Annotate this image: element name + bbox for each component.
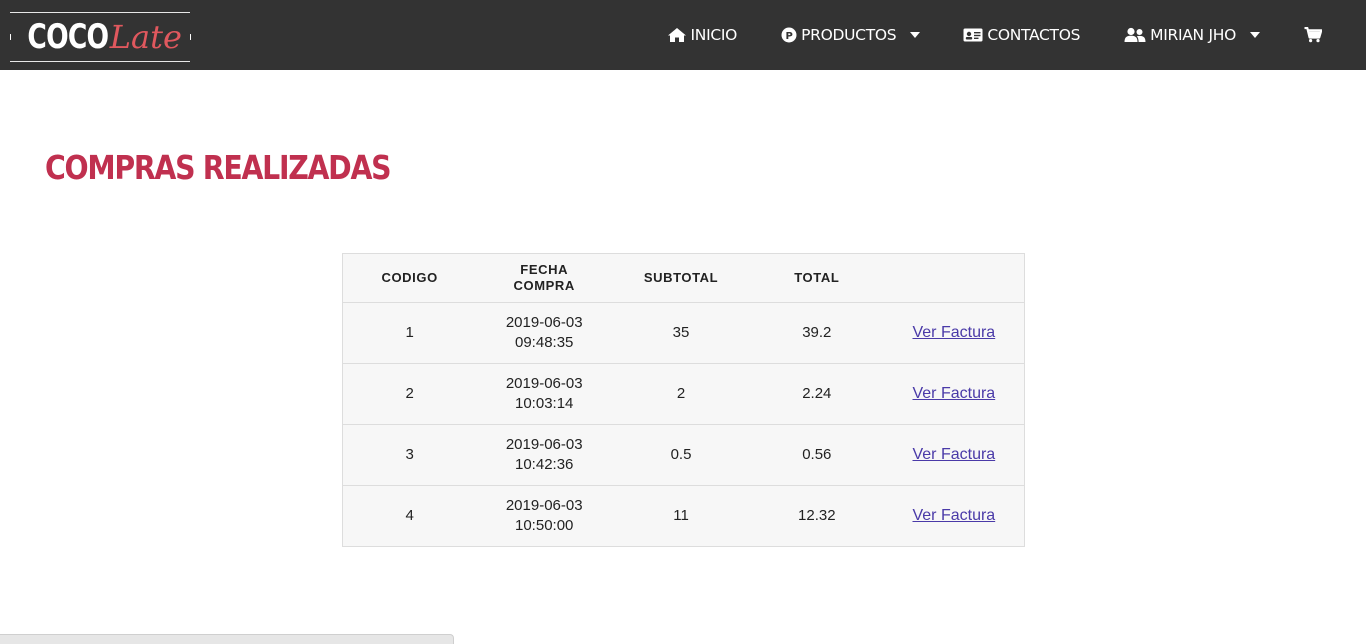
view-invoice-link[interactable]: Ver Factura: [912, 385, 995, 402]
browser-status-bar: [0, 634, 454, 644]
table-row: 3 2019-06-03 10:42:36 0.5 0.56 Ver Factu…: [342, 424, 1025, 486]
cell-fecha: 2019-06-03 09:48:35: [476, 302, 613, 364]
column-header-subtotal: SUBTOTAL: [612, 253, 750, 303]
nav-item-inicio[interactable]: INICIO: [667, 0, 738, 70]
nav-item-contactos[interactable]: CONTACTOS: [963, 0, 1080, 70]
table-header-row: CODIGO FECHA COMPRA SUBTOTAL TOTAL: [342, 253, 1025, 303]
svg-text:P: P: [786, 31, 793, 42]
cell-fecha-date: 2019-06-03: [505, 314, 583, 331]
cell-fecha-time: 09:48:35: [515, 334, 574, 351]
cell-fecha-date: 2019-06-03: [505, 436, 583, 453]
cart-icon: [1304, 27, 1322, 43]
chevron-down-icon: [910, 32, 921, 38]
top-navbar: COCO Late INICIO P PRODUCTOS CONTACTOS M…: [0, 0, 1366, 70]
column-header-action: [883, 253, 1025, 303]
cell-total: 0.56: [749, 424, 884, 486]
cell-codigo: 3: [342, 424, 477, 486]
home-icon: [667, 27, 687, 43]
cell-codigo: 2: [342, 363, 477, 425]
brand-logo-part1: COCO: [27, 17, 109, 57]
brand-logo-part2: Late: [109, 18, 182, 56]
view-invoice-link[interactable]: Ver Factura: [912, 446, 995, 463]
cell-fecha-time: 10:42:36: [515, 456, 574, 473]
cell-action: Ver Factura: [883, 302, 1025, 364]
cell-fecha: 2019-06-03 10:03:14: [476, 363, 613, 425]
cell-fecha: 2019-06-03 10:42:36: [476, 424, 613, 486]
column-header-fecha-line2: COMPRA: [513, 278, 575, 293]
cell-action: Ver Factura: [883, 424, 1025, 486]
nav-item-label: CONTACTOS: [987, 26, 1081, 44]
cell-codigo: 4: [405, 507, 414, 524]
cell-fecha-time: 10:50:00: [515, 517, 574, 534]
cell-total: 2.24: [749, 363, 884, 425]
cell-action: Ver Factura: [884, 486, 1025, 547]
nav-item-productos[interactable]: P PRODUCTOS: [781, 0, 921, 70]
brand-logo[interactable]: COCO Late: [10, 12, 190, 62]
cell-subtotal: 11: [673, 507, 689, 524]
table-row: 2 2019-06-03 10:03:14 2 2.24 Ver Factura: [342, 363, 1025, 425]
chevron-down-icon: [1250, 32, 1260, 38]
purchases-table: CODIGO FECHA COMPRA SUBTOTAL TOTAL 1 201…: [342, 253, 1025, 547]
page-title: COMPRAS REALIZADAS: [45, 148, 392, 187]
cell-subtotal: 0.5: [612, 424, 750, 486]
view-invoice-link[interactable]: Ver Factura: [912, 324, 995, 341]
cell-codigo: 1: [342, 302, 477, 364]
column-header-total: TOTAL: [749, 253, 884, 303]
nav-item-user-menu[interactable]: MIRIAN JHO: [1124, 0, 1260, 70]
cell-fecha: 2019-06-03 10:50:00: [476, 486, 612, 547]
cell-fecha-date: 2019-06-03: [505, 497, 583, 514]
nav-item-label: MIRIAN JHO: [1150, 26, 1236, 44]
view-invoice-link[interactable]: Ver Factura: [912, 507, 995, 524]
column-header-codigo: CODIGO: [342, 253, 477, 303]
nav-item-label: INICIO: [690, 26, 738, 44]
cell-fecha-date: 2019-06-03: [505, 375, 583, 392]
id-card-icon: [963, 28, 983, 42]
cell-subtotal: 2: [612, 363, 750, 425]
users-icon: [1124, 27, 1146, 43]
cell-subtotal: 35: [612, 302, 750, 364]
nav-item-label: PRODUCTOS: [801, 26, 897, 44]
cart-button[interactable]: [1304, 0, 1322, 70]
column-header-fecha-line1: FECHA: [520, 262, 569, 277]
table-row: 4 2019-06-03 10:50:00 11 12.32 Ver Factu…: [343, 486, 1025, 547]
product-circle-icon: P: [781, 27, 797, 43]
cell-action: Ver Factura: [883, 363, 1025, 425]
cell-total: 39.2: [749, 302, 884, 364]
column-header-fecha: FECHA COMPRA: [476, 253, 613, 303]
nav-menu: INICIO P PRODUCTOS CONTACTOS MIRIAN JHO: [667, 0, 1366, 70]
cell-fecha-time: 10:03:14: [515, 395, 574, 412]
cell-total: 12.32: [798, 507, 836, 524]
table-row: 1 2019-06-03 09:48:35 35 39.2 Ver Factur…: [342, 302, 1025, 364]
